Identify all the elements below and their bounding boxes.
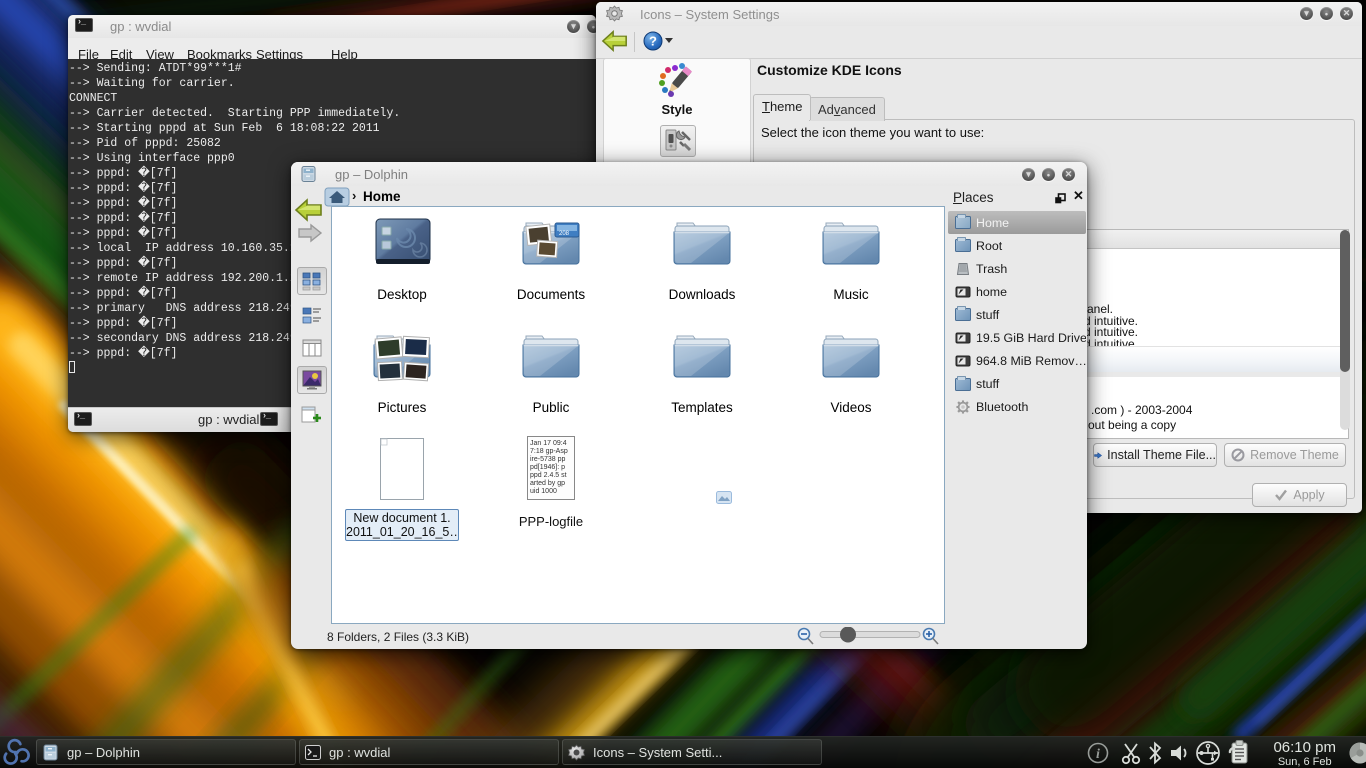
svg-text:arted by gp: arted by gp xyxy=(530,480,565,487)
svg-text:?: ? xyxy=(649,34,657,49)
svg-text:uid 1000: uid 1000 xyxy=(530,488,557,495)
svg-text:ppd 2.4.5 st: ppd 2.4.5 st xyxy=(530,472,567,479)
svg-text:7:18 gp-Asp: 7:18 gp-Asp xyxy=(530,448,568,455)
svg-text:Jan 17 09:4: Jan 17 09:4 xyxy=(530,440,567,447)
svg-text:208: 208 xyxy=(559,231,570,237)
svg-text:ire-5738 pp: ire-5738 pp xyxy=(530,456,566,463)
svg-text:pd[1946]: p: pd[1946]: p xyxy=(530,464,565,471)
svg-text:i: i xyxy=(1096,747,1100,762)
